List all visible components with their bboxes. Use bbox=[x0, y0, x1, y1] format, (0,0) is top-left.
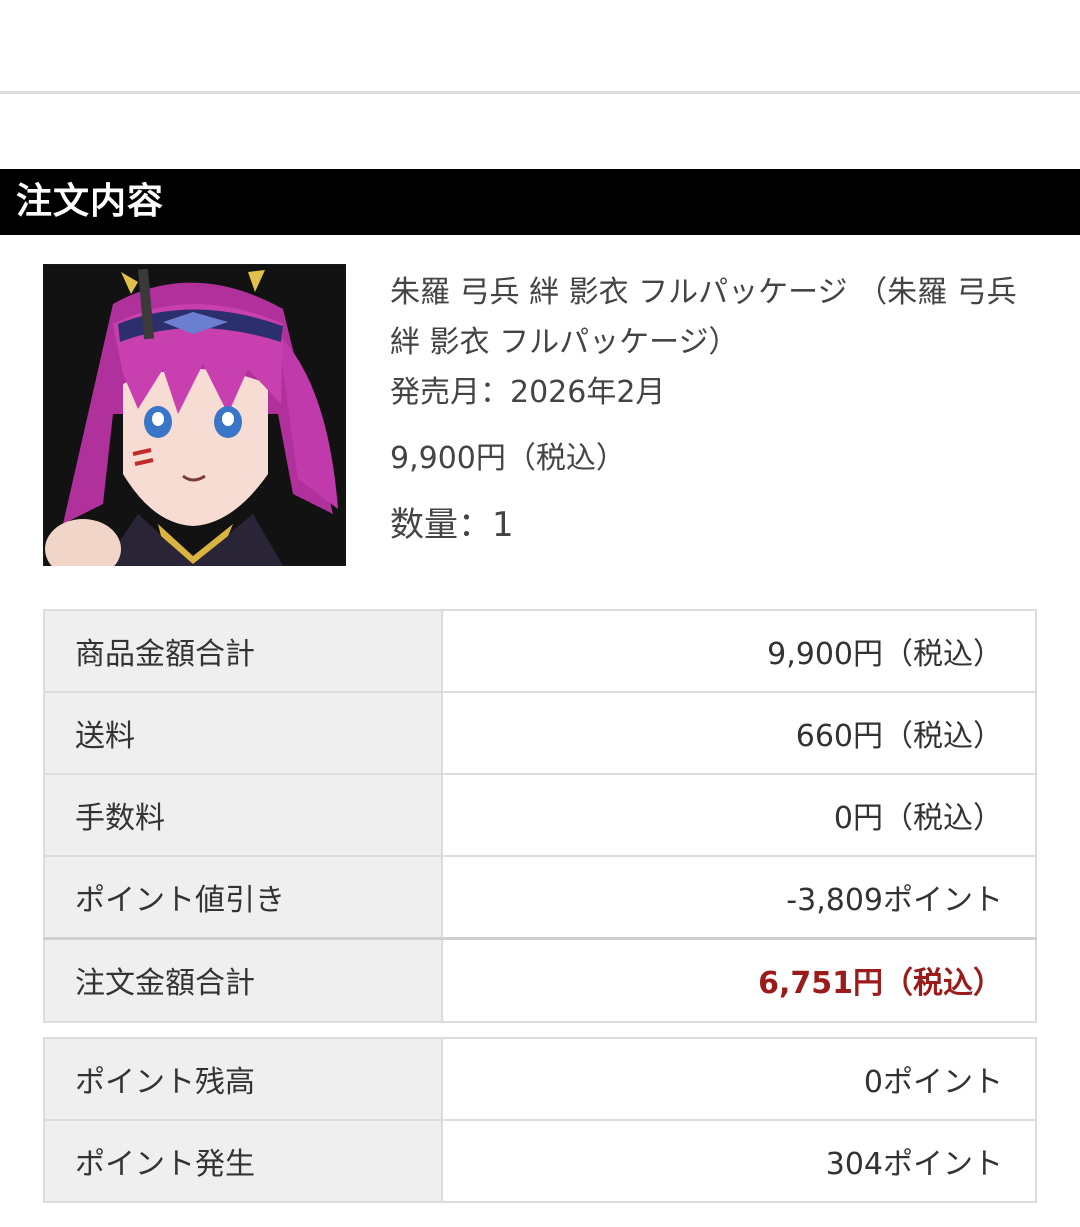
table-row: ポイント残高 0ポイント bbox=[43, 1037, 1037, 1121]
points-earned-label: ポイント発生 bbox=[43, 1119, 443, 1203]
order-total-label: 注文金額合計 bbox=[43, 936, 443, 1023]
point-discount-value: -3,809ポイント bbox=[441, 855, 1037, 939]
order-page: 注文内容 朱羅 弓兵 絆 影衣 フルパッケージ （朱羅 弓兵 絆 影衣 フルパッ… bbox=[0, 0, 1080, 1227]
points-earned-value: 304ポイント bbox=[441, 1119, 1037, 1203]
order-summary-table: 商品金額合計 9,900円（税込） 送料 660円（税込） 手数料 0円（税込）… bbox=[43, 609, 1037, 1023]
subtotal-value: 9,900円（税込） bbox=[441, 609, 1037, 693]
table-row-total: 注文金額合計 6,751円（税込） bbox=[43, 936, 1037, 1023]
product-image[interactable] bbox=[43, 264, 346, 566]
fee-value: 0円（税込） bbox=[441, 773, 1037, 857]
order-total-value: 6,751円（税込） bbox=[441, 936, 1037, 1023]
table-row: 手数料 0円（税込） bbox=[43, 773, 1037, 857]
release-month: 発売月：2026年2月 bbox=[390, 375, 666, 410]
section-header: 注文内容 bbox=[0, 169, 1080, 235]
subtotal-label: 商品金額合計 bbox=[43, 609, 443, 693]
table-row: 商品金額合計 9,900円（税込） bbox=[43, 609, 1037, 693]
table-row: ポイント発生 304ポイント bbox=[43, 1119, 1037, 1203]
point-balance-value: 0ポイント bbox=[441, 1037, 1037, 1121]
product-info: 朱羅 弓兵 絆 影衣 フルパッケージ （朱羅 弓兵 絆 影衣 フルパッケージ） … bbox=[390, 268, 1040, 550]
point-balance-label: ポイント残高 bbox=[43, 1037, 443, 1121]
table-row: 送料 660円（税込） bbox=[43, 691, 1037, 775]
shipping-label: 送料 bbox=[43, 691, 443, 775]
product-price: 9,900円（税込） bbox=[390, 441, 626, 476]
product-item: 朱羅 弓兵 絆 影衣 フルパッケージ （朱羅 弓兵 絆 影衣 フルパッケージ） … bbox=[43, 264, 1043, 566]
product-quantity: 数量：1 bbox=[390, 505, 514, 545]
point-discount-label: ポイント値引き bbox=[43, 855, 443, 939]
fee-label: 手数料 bbox=[43, 773, 443, 857]
figure-illustration bbox=[43, 264, 346, 566]
table-row: ポイント値引き -3,809ポイント bbox=[43, 855, 1037, 939]
points-table: ポイント残高 0ポイント ポイント発生 304ポイント bbox=[43, 1037, 1037, 1203]
shipping-value: 660円（税込） bbox=[441, 691, 1037, 775]
top-bar bbox=[0, 0, 1080, 94]
product-name[interactable]: 朱羅 弓兵 絆 影衣 フルパッケージ （朱羅 弓兵 絆 影衣 フルパッケージ） bbox=[390, 268, 1040, 368]
